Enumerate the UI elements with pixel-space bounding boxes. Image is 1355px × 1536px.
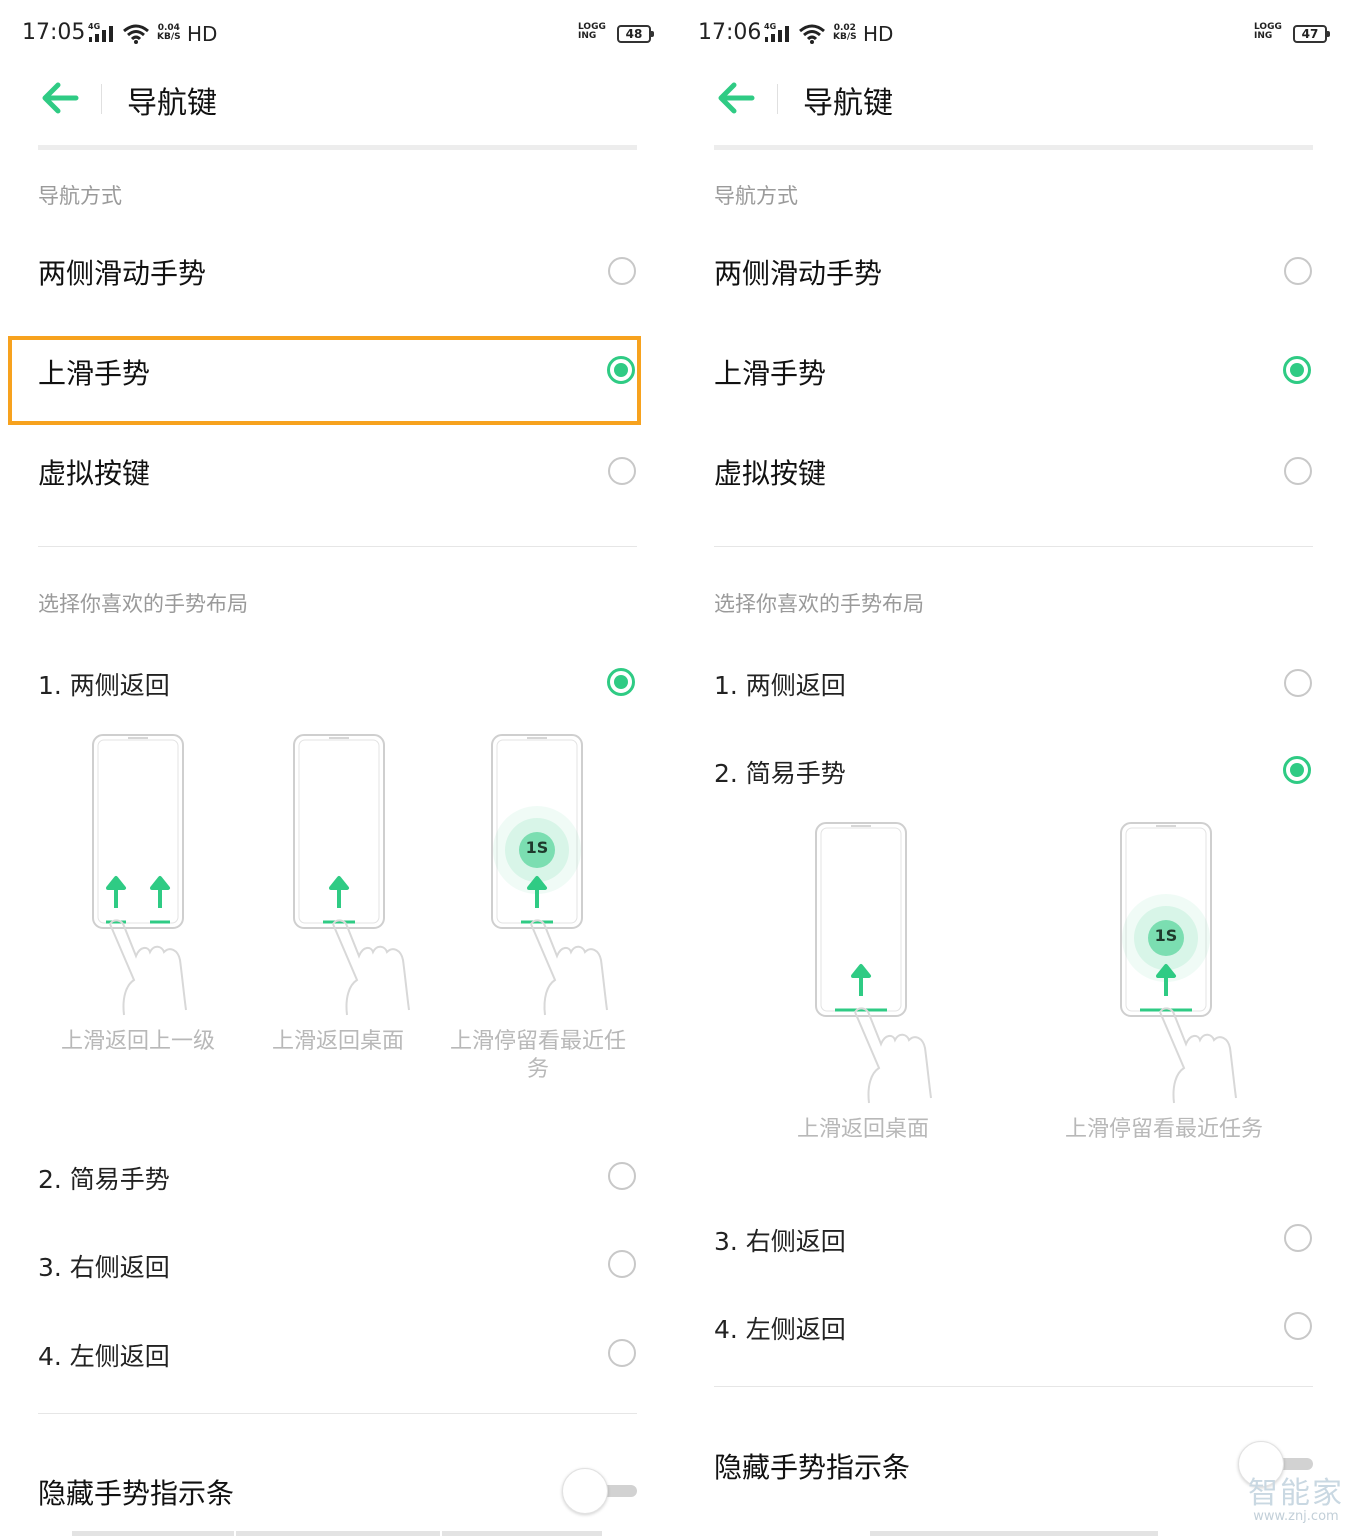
illustration-recent-tasks bbox=[1120, 822, 1237, 1104]
caption-back-previous: 上滑返回上一级 bbox=[60, 1029, 215, 1054]
radio-both-sides[interactable] bbox=[1284, 669, 1312, 697]
network-speed: 0.02 KB/S bbox=[833, 24, 857, 42]
toggle-knob[interactable] bbox=[562, 1468, 608, 1514]
header-divider bbox=[38, 145, 637, 150]
header-divider bbox=[714, 145, 1313, 150]
hide-indicator-label: 隐藏手势指示条 bbox=[38, 1477, 235, 1510]
radio-side-swipe[interactable] bbox=[1284, 257, 1312, 285]
bottom-tab-bar bbox=[870, 1531, 1158, 1536]
radio-simple[interactable] bbox=[1283, 756, 1311, 784]
radio-simple[interactable] bbox=[608, 1162, 636, 1190]
title-separator bbox=[101, 84, 102, 114]
watermark: 智能家 www.znj.com bbox=[1248, 1478, 1344, 1524]
hd-indicator: HD bbox=[863, 22, 894, 46]
nav-option-virtual-keys[interactable]: 虚拟按键 bbox=[714, 452, 826, 492]
hide-indicator-label: 隐藏手势指示条 bbox=[714, 1451, 911, 1484]
wifi-icon bbox=[799, 24, 825, 44]
hold-badge: 1S bbox=[1154, 926, 1178, 945]
section-divider bbox=[38, 546, 637, 547]
watermark-url: www.znj.com bbox=[1253, 1509, 1339, 1524]
layout-option-both-sides[interactable]: 1. 两侧返回 bbox=[714, 666, 846, 702]
nav-mode-header: 导航方式 bbox=[714, 184, 798, 208]
section-divider bbox=[714, 546, 1313, 547]
hold-badge: 1S bbox=[525, 838, 549, 857]
speed-unit: KB/S bbox=[157, 32, 181, 42]
caption-back-home: 上滑返回桌面 bbox=[271, 1029, 404, 1054]
radio-virtual-keys[interactable] bbox=[608, 457, 636, 485]
speed-unit: KB/S bbox=[833, 32, 857, 42]
arrow-left-icon[interactable] bbox=[40, 80, 80, 116]
radio-virtual-keys[interactable] bbox=[1284, 457, 1312, 485]
radio-right-back[interactable] bbox=[608, 1250, 636, 1278]
nav-option-swipe-up[interactable]: 上滑手势 bbox=[714, 352, 826, 392]
gesture-layout-header: 选择你喜欢的手势布局 bbox=[38, 592, 248, 616]
battery-icon: 47 bbox=[1293, 25, 1330, 43]
bottom-tab-bar bbox=[442, 1531, 602, 1536]
layout-option-right-back[interactable]: 3. 右侧返回 bbox=[38, 1248, 170, 1284]
layout-option-left-back[interactable]: 4. 左侧返回 bbox=[38, 1337, 170, 1373]
logging-indicator: LOGG ING bbox=[1254, 23, 1282, 41]
network-speed: 0.04 KB/S bbox=[157, 24, 181, 42]
radio-swipe-up[interactable] bbox=[1283, 356, 1311, 384]
title-separator bbox=[777, 84, 778, 114]
radio-swipe-up[interactable] bbox=[607, 356, 635, 384]
illustration-recent-tasks bbox=[491, 734, 608, 1016]
caption-recent-tasks: 上滑停留看最近任务 bbox=[449, 1029, 626, 1082]
page-title: 导航键 bbox=[127, 86, 217, 121]
logg-bottom: ING bbox=[1254, 31, 1273, 41]
radio-left-back[interactable] bbox=[608, 1339, 636, 1367]
section-divider-bottom bbox=[714, 1386, 1313, 1387]
section-divider-bottom bbox=[38, 1413, 637, 1414]
page-title: 导航键 bbox=[803, 86, 893, 121]
illustration-back-both-sides bbox=[92, 734, 187, 1016]
nav-option-side-swipe[interactable]: 两侧滑动手势 bbox=[714, 252, 882, 292]
signal-icon bbox=[89, 26, 113, 42]
caption-back-home: 上滑返回桌面 bbox=[796, 1117, 929, 1142]
illustration-home bbox=[293, 734, 410, 1016]
logging-indicator: LOGG ING bbox=[578, 23, 606, 41]
right-screen: 17:06 4G 0.02 KB/S HD LOGG ING 47 导航键 导航… bbox=[677, 0, 1354, 1536]
layout-option-left-back[interactable]: 4. 左侧返回 bbox=[714, 1310, 846, 1346]
nav-option-virtual-keys[interactable]: 虚拟按键 bbox=[38, 452, 150, 492]
status-time: 17:06 bbox=[698, 20, 762, 45]
bottom-tab-bar bbox=[72, 1531, 234, 1536]
radio-both-sides[interactable] bbox=[607, 668, 635, 696]
signal-icon bbox=[765, 26, 789, 42]
radio-left-back[interactable] bbox=[1284, 1312, 1312, 1340]
arrow-left-icon[interactable] bbox=[716, 80, 756, 116]
radio-right-back[interactable] bbox=[1284, 1224, 1312, 1252]
nav-mode-header: 导航方式 bbox=[38, 184, 122, 208]
illustration-home bbox=[815, 822, 932, 1104]
battery-icon: 48 bbox=[617, 25, 654, 43]
logg-bottom: ING bbox=[578, 31, 597, 41]
watermark-brand: 智能家 bbox=[1248, 1476, 1344, 1511]
gesture-layout-header: 选择你喜欢的手势布局 bbox=[714, 592, 924, 616]
layout-option-simple[interactable]: 2. 简易手势 bbox=[714, 754, 846, 790]
bottom-tab-bar bbox=[236, 1531, 440, 1536]
hd-indicator: HD bbox=[187, 22, 218, 46]
radio-side-swipe[interactable] bbox=[608, 257, 636, 285]
left-screen: 17:05 4G 0.04 KB/S HD LOGG ING 48 导航键 导航… bbox=[0, 0, 677, 1536]
nav-option-swipe-up[interactable]: 上滑手势 bbox=[38, 352, 150, 392]
status-time: 17:05 bbox=[22, 20, 86, 45]
wifi-icon bbox=[123, 24, 149, 44]
layout-option-simple[interactable]: 2. 简易手势 bbox=[38, 1160, 170, 1196]
caption-recent-tasks: 上滑停留看最近任务 bbox=[1064, 1117, 1263, 1142]
nav-option-side-swipe[interactable]: 两侧滑动手势 bbox=[38, 252, 206, 292]
layout-option-both-sides[interactable]: 1. 两侧返回 bbox=[38, 666, 170, 702]
layout-option-right-back[interactable]: 3. 右侧返回 bbox=[714, 1222, 846, 1258]
